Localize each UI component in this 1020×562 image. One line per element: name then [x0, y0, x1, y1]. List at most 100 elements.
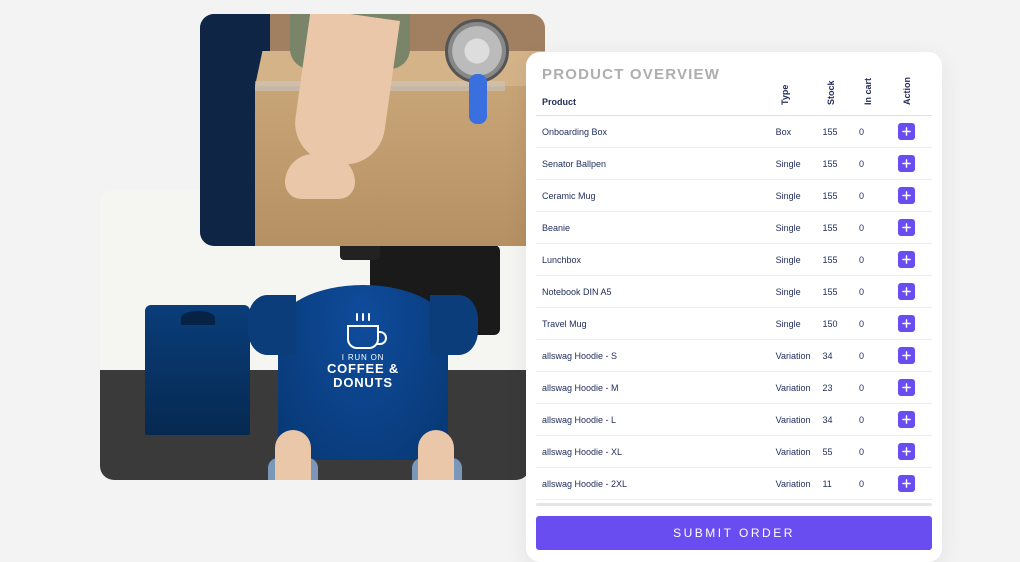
cell-type: Single	[770, 148, 817, 180]
cell-action	[892, 148, 932, 180]
cell-in-cart: 0	[853, 308, 892, 340]
cell-in-cart: 0	[853, 148, 892, 180]
cell-action	[892, 276, 932, 308]
cell-type: Single	[770, 180, 817, 212]
cell-action	[892, 244, 932, 276]
cell-in-cart: 0	[853, 436, 892, 468]
cell-action	[892, 436, 932, 468]
cell-stock: 11	[816, 468, 853, 500]
table-row: allswag Hoodie - SVariation340	[536, 340, 932, 372]
cell-stock: 155	[816, 148, 853, 180]
cell-product: allswag Hoodie - M	[536, 372, 770, 404]
cell-stock: 150	[816, 308, 853, 340]
shirt-text-line2b: DONUTS	[313, 376, 413, 390]
shirt-print: I RUN ON COFFEE & DONUTS	[313, 325, 413, 389]
col-product: Product	[536, 91, 770, 116]
cell-action	[892, 372, 932, 404]
cell-stock: 155	[816, 116, 853, 148]
cell-in-cart: 0	[853, 468, 892, 500]
plus-icon	[902, 319, 911, 328]
cell-in-cart: 0	[853, 212, 892, 244]
cell-in-cart: 0	[853, 180, 892, 212]
table-row: allswag Hoodie - XLVariation550	[536, 436, 932, 468]
table-row: LunchboxSingle1550	[536, 244, 932, 276]
plus-icon	[902, 415, 911, 424]
product-overview-card: PRODUCT OVERVIEW Product Type Stock In c…	[526, 52, 942, 562]
cell-type: Single	[770, 308, 817, 340]
cell-in-cart: 0	[853, 404, 892, 436]
cell-in-cart: 0	[853, 244, 892, 276]
cell-product: Travel Mug	[536, 308, 770, 340]
cell-stock: 34	[816, 404, 853, 436]
add-to-cart-button[interactable]	[898, 315, 915, 332]
product-table: Product Type Stock In cart Action Onboar…	[536, 91, 932, 500]
col-action: Action	[892, 91, 932, 116]
plus-icon	[902, 127, 911, 136]
cell-type: Variation	[770, 372, 817, 404]
add-to-cart-button[interactable]	[898, 187, 915, 204]
add-to-cart-button[interactable]	[898, 155, 915, 172]
add-to-cart-button[interactable]	[898, 251, 915, 268]
plus-icon	[902, 351, 911, 360]
cell-action	[892, 468, 932, 500]
cell-product: Onboarding Box	[536, 116, 770, 148]
table-row: BeanieSingle1550	[536, 212, 932, 244]
photo-packaging	[200, 14, 545, 246]
table-row: allswag Hoodie - 2XLVariation110	[536, 468, 932, 500]
add-to-cart-button[interactable]	[898, 443, 915, 460]
cell-product: Notebook DIN A5	[536, 276, 770, 308]
shirt-text-line2a: COFFEE &	[313, 362, 413, 376]
cell-type: Single	[770, 244, 817, 276]
card-title: PRODUCT OVERVIEW	[526, 66, 942, 91]
cell-type: Variation	[770, 468, 817, 500]
plus-icon	[902, 255, 911, 264]
cell-type: Single	[770, 276, 817, 308]
tape-dispenser-icon	[435, 19, 525, 119]
cell-product: allswag Hoodie - 2XL	[536, 468, 770, 500]
cell-in-cart: 0	[853, 340, 892, 372]
cell-type: Variation	[770, 340, 817, 372]
cell-type: Single	[770, 212, 817, 244]
col-in-cart: In cart	[853, 91, 892, 116]
add-to-cart-button[interactable]	[898, 475, 915, 492]
table-row: Senator BallpenSingle1550	[536, 148, 932, 180]
cell-product: Senator Ballpen	[536, 148, 770, 180]
horizontal-scroll-hint	[536, 503, 932, 506]
submit-order-button[interactable]: SUBMIT ORDER	[536, 516, 932, 550]
coffee-cup-icon	[347, 325, 379, 349]
col-type: Type	[770, 91, 817, 116]
plus-icon	[902, 383, 911, 392]
plus-icon	[902, 287, 911, 296]
col-stock: Stock	[816, 91, 853, 116]
add-to-cart-button[interactable]	[898, 283, 915, 300]
cell-stock: 155	[816, 276, 853, 308]
cell-type: Variation	[770, 436, 817, 468]
cell-type: Variation	[770, 404, 817, 436]
table-row: Onboarding BoxBox1550	[536, 116, 932, 148]
cell-in-cart: 0	[853, 116, 892, 148]
cell-product: Lunchbox	[536, 244, 770, 276]
cell-product: allswag Hoodie - L	[536, 404, 770, 436]
cell-action	[892, 180, 932, 212]
plus-icon	[902, 191, 911, 200]
plus-icon	[902, 159, 911, 168]
add-to-cart-button[interactable]	[898, 411, 915, 428]
cell-action	[892, 308, 932, 340]
cell-in-cart: 0	[853, 372, 892, 404]
plus-icon	[902, 447, 911, 456]
add-to-cart-button[interactable]	[898, 219, 915, 236]
add-to-cart-button[interactable]	[898, 123, 915, 140]
cell-action	[892, 340, 932, 372]
add-to-cart-button[interactable]	[898, 379, 915, 396]
table-row: allswag Hoodie - MVariation230	[536, 372, 932, 404]
plus-icon	[902, 479, 911, 488]
cell-in-cart: 0	[853, 276, 892, 308]
add-to-cart-button[interactable]	[898, 347, 915, 364]
cell-action	[892, 116, 932, 148]
cell-action	[892, 212, 932, 244]
cell-product: allswag Hoodie - XL	[536, 436, 770, 468]
cell-stock: 155	[816, 244, 853, 276]
cell-product: Beanie	[536, 212, 770, 244]
cell-stock: 155	[816, 180, 853, 212]
table-row: Travel MugSingle1500	[536, 308, 932, 340]
